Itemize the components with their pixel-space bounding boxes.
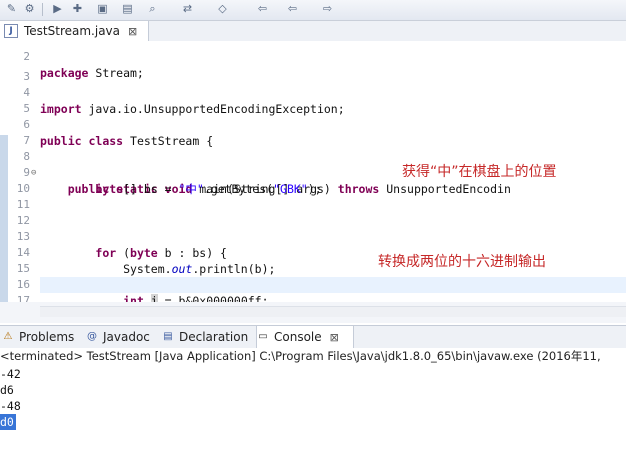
build-icon[interactable]: ▤: [120, 2, 135, 16]
tab-console[interactable]: ▭ Console ⊠: [256, 326, 354, 348]
console-output[interactable]: <terminated> TestStream [Java Applicatio…: [0, 348, 626, 455]
editor-horizontal-scrollbar[interactable]: [40, 306, 626, 317]
back-dropdown-icon[interactable]: ⇦: [285, 2, 300, 16]
main-toolbar: ✎ ⚙ ▶ ✚ ▣ ▤ ⌕ ⇄ ◇ ⇦ ⇦ ⇨: [0, 0, 626, 21]
tab-problems[interactable]: ⚠ Problems: [2, 326, 80, 348]
close-icon[interactable]: ⊠: [330, 331, 339, 344]
wrench-icon[interactable]: ✎: [4, 2, 19, 16]
code-line: 8 ⊖ public static void main(String[] arg…: [23, 150, 511, 196]
editor-tab-teststream[interactable]: J TestStream.java ⊠: [0, 21, 149, 41]
open-type-icon[interactable]: ◇: [215, 2, 230, 16]
forward-icon[interactable]: ⇨: [320, 2, 335, 16]
java-file-icon: J: [4, 24, 18, 38]
javadoc-icon: @: [87, 331, 97, 342]
save-icon[interactable]: ▣: [95, 2, 110, 16]
tab-declaration[interactable]: ▤ Declaration: [162, 326, 252, 348]
code-line: 18 }: [0, 293, 626, 302]
code-line: 2 package Stream;: [23, 50, 144, 80]
toolbar-separator: [42, 3, 43, 16]
new-icon[interactable]: ✚: [70, 2, 85, 16]
code-line: 11: [16, 198, 30, 211]
code-line: 13 for (byte b : bs) {: [16, 230, 227, 260]
declaration-icon: ▤: [163, 331, 173, 342]
panel-tabbar: ⚠ Problems @ Javadoc ▤ Declaration ▭ Con…: [0, 325, 626, 349]
code-line: 4 import java.io.UnsupportedEncodingExce…: [23, 86, 345, 116]
code-line: 14 System.out.println(b);: [16, 246, 276, 276]
code-line: 5: [23, 102, 30, 115]
console-line: -48: [0, 399, 21, 413]
annotation-position: 获得“中”在棋盘上的位置: [402, 164, 557, 180]
code-line: 3: [23, 70, 30, 83]
run-icon[interactable]: ▶: [50, 2, 65, 16]
close-icon[interactable]: ⊠: [128, 25, 137, 38]
console-line: d6: [0, 383, 14, 397]
console-line-selected: d0: [0, 414, 16, 430]
console-line: -42: [0, 367, 21, 381]
code-line: 7: [23, 134, 30, 147]
code-editor[interactable]: 2 package Stream; 3 4 import java.io.Uns…: [0, 41, 626, 302]
editor-tabbar: J TestStream.java ⊠: [0, 21, 626, 42]
search-icon[interactable]: ⌕: [145, 2, 160, 16]
code-line: 17 System.out.println(Integer.toHexStrin…: [0, 277, 626, 302]
code-line: 12: [16, 214, 30, 227]
tab-javadoc[interactable]: @ Javadoc: [86, 326, 158, 348]
console-status: <terminated> TestStream [Java Applicatio…: [0, 349, 601, 363]
annotation-hex: 转换成两位的十六进制输出: [378, 254, 546, 270]
editor-tab-label: TestStream.java: [24, 24, 121, 38]
problems-icon: ⚠: [3, 331, 13, 342]
back-icon[interactable]: ⇦: [255, 2, 270, 16]
console-icon: ▭: [258, 331, 268, 342]
debug-icon[interactable]: ⚙: [22, 2, 37, 16]
history-icon[interactable]: ⇄: [180, 2, 195, 16]
code-line: 6 public class TestStream {: [23, 118, 214, 148]
